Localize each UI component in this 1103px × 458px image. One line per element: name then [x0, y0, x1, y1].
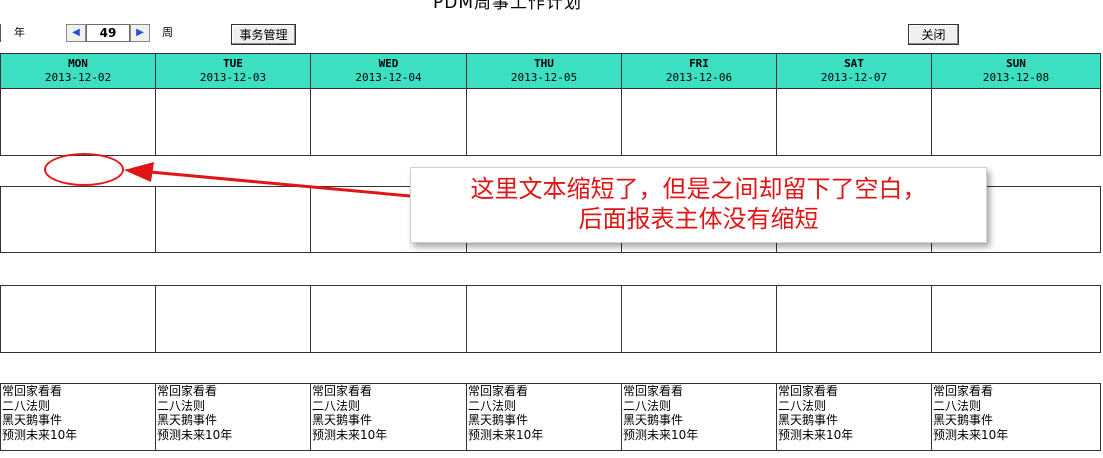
annotation-line-2: 后面报表主体没有缩短	[578, 205, 819, 233]
annotation-line-1: 这里文本缩短了，但是之间却留下了空白，	[470, 175, 927, 203]
annotation-callout: 这里文本缩短了，但是之间却留下了空白， 后面报表主体没有缩短	[410, 167, 987, 243]
